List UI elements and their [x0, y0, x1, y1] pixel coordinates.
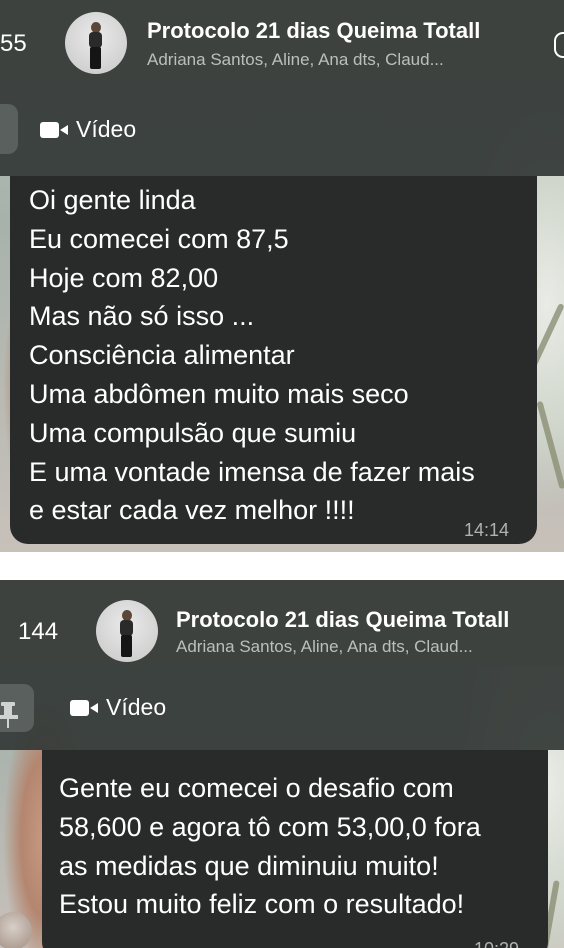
pin-icon [0, 702, 18, 728]
message-line: as medidas que diminuiu muito! [59, 850, 439, 881]
sender-avatar[interactable] [0, 912, 32, 948]
group-members: Adriana Santos, Aline, Ana dts, Claud... [147, 50, 444, 69]
back-unread-count[interactable]: 55 [0, 30, 27, 58]
message-time: 14:14 [464, 520, 510, 540]
call-icon[interactable] [554, 32, 564, 58]
group-avatar-icon[interactable] [65, 12, 127, 74]
video-media-button[interactable]: Vídeo [70, 694, 166, 721]
message-bubble[interactable]: Oi gente linda Eu comecei com 87,5 Hoje … [10, 176, 537, 544]
media-bar: Vídeo [0, 666, 564, 750]
chat-screenshot-1: 55 Protocolo 21 dias Queima Totall Adria… [0, 0, 564, 552]
message-line: Estou muito feliz com o resultado! [59, 889, 465, 920]
message-line: Uma abdômen muito mais seco [29, 378, 409, 409]
message-line: 58,600 e agora tô com 53,00,0 fora [59, 811, 481, 842]
message-line: Mas não só isso ... [29, 301, 255, 332]
message-line: e estar cada vez melhor !!!! [29, 495, 355, 526]
video-media-button[interactable]: Vídeo [40, 116, 136, 143]
message-line: Eu comecei com 87,5 [29, 223, 289, 254]
video-camera-icon [70, 699, 98, 716]
message-line: Uma compulsão que sumiu [29, 417, 357, 448]
message-line: E uma vontade imensa de fazer mais [29, 456, 475, 487]
message-line: Oi gente linda [29, 185, 196, 215]
message-line: Hoje com 82,00 [29, 262, 219, 293]
message-line: Gente eu comecei o desafio com [59, 773, 454, 803]
video-label: Vídeo [106, 694, 167, 720]
group-members: Adriana Santos, Aline, Ana dts, Claud... [176, 637, 473, 656]
chat-header: 55 Protocolo 21 dias Queima Totall Adria… [0, 0, 564, 82]
message-time: 10:29 [474, 930, 519, 948]
media-bar: Vídeo [0, 82, 564, 176]
chat-header: 144 Protocolo 21 dias Queima Totall Adri… [0, 580, 564, 666]
video-label: Vídeo [76, 116, 137, 142]
back-unread-count[interactable]: 144 [18, 618, 58, 646]
pin-chip[interactable] [0, 684, 34, 732]
video-camera-icon [40, 121, 68, 138]
chat-screenshot-2: 144 Protocolo 21 dias Queima Totall Adri… [0, 580, 564, 948]
group-title[interactable]: Protocolo 21 dias Queima Totall [147, 18, 480, 44]
message-line: Consciência alimentar [29, 340, 295, 371]
message-bubble[interactable]: Gente eu comecei o desafio com 58,600 e … [42, 750, 548, 948]
pin-chip[interactable] [0, 104, 18, 154]
group-title[interactable]: Protocolo 21 dias Queima Totall [176, 607, 509, 633]
group-avatar-icon[interactable] [96, 600, 158, 662]
